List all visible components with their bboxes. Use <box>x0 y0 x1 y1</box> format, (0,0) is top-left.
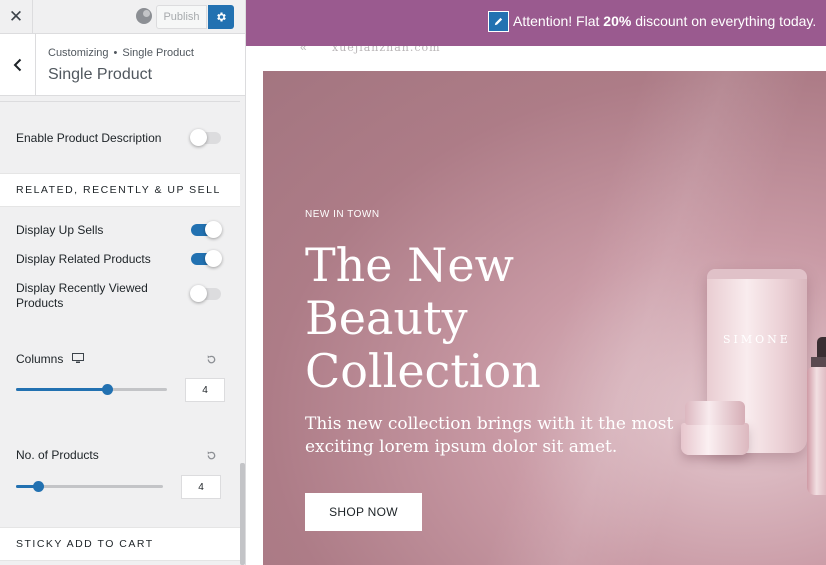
logo-icon: « <box>300 46 307 54</box>
breadcrumb-current: Single Product <box>122 47 194 59</box>
toggle-knob <box>190 285 207 302</box>
hero-headline-line: Collection <box>305 344 541 398</box>
edit-shortcut-button[interactable] <box>488 11 509 32</box>
dropper-cap <box>817 337 826 359</box>
columns-input[interactable]: 4 <box>185 378 225 402</box>
slider-thumb[interactable] <box>33 481 45 492</box>
up-sells-label: Display Up Sells <box>16 223 104 237</box>
hero-headline: The New Beauty Collection <box>305 239 605 398</box>
hero-headline-line: Beauty <box>305 291 468 345</box>
enable-description-toggle[interactable] <box>190 129 221 146</box>
breadcrumb-separator: • <box>113 47 118 59</box>
reset-icon[interactable] <box>206 450 217 461</box>
columns-slider[interactable] <box>16 384 167 395</box>
toggle-knob <box>205 221 222 238</box>
desktop-icon[interactable] <box>72 353 84 364</box>
hero-subheading: This new collection brings with it the m… <box>305 414 674 457</box>
site-logo-text[interactable]: xuejianzhan.com <box>332 46 441 54</box>
pencil-icon <box>494 17 503 26</box>
related-section-heading: RELATED, RECENTLY & UP SELL <box>0 173 240 207</box>
sidebar-scrollbar[interactable] <box>240 463 245 565</box>
hero-banner: NEW IN TOWN The New Beauty Collection Th… <box>263 71 826 565</box>
recently-viewed-label: Display Recently Viewed Products <box>16 281 148 310</box>
hero-eyebrow: NEW IN TOWN <box>305 209 380 220</box>
site-preview: Attention! Flat 20% discount on everythi… <box>246 0 826 565</box>
divider <box>0 101 240 102</box>
enable-description-label: Enable Product Description <box>16 131 162 145</box>
announcement-bar: Attention! Flat 20% discount on everythi… <box>246 0 826 46</box>
recently-viewed-row: Display Recently Viewed Products <box>16 281 166 311</box>
related-products-label: Display Related Products <box>16 252 151 266</box>
up-sells-toggle[interactable] <box>191 221 222 238</box>
announcement-prefix: Attention! Flat <box>513 13 604 29</box>
announcement-highlight: 20% <box>603 13 632 29</box>
no-of-products-label: No. of Products <box>16 448 99 462</box>
slider-fill <box>16 388 107 391</box>
slider-thumb[interactable] <box>101 384 113 395</box>
related-products-toggle[interactable] <box>191 250 222 267</box>
reset-icon[interactable] <box>206 354 217 365</box>
breadcrumb-root: Customizing <box>48 47 109 59</box>
hero-headline-line: The New <box>305 238 514 292</box>
site-header: « xuejianzhan.com <box>246 46 826 70</box>
tube-cap <box>707 269 807 279</box>
no-of-products-slider[interactable] <box>16 481 163 492</box>
sticky-section-heading: STICKY ADD TO CART <box>0 527 240 561</box>
announcement-text: Attention! Flat 20% discount on everythi… <box>513 13 816 29</box>
jar-lid <box>685 401 745 425</box>
shop-now-button[interactable]: SHOP NOW <box>305 493 422 531</box>
section-header: Customizing • Single Product Single Produc… <box>0 34 245 96</box>
gear-icon <box>217 12 226 22</box>
publish-button[interactable]: Publish <box>156 5 207 29</box>
dropper-neck <box>811 357 826 367</box>
customizer-sidebar: ✕ Publish Customizing • Single Product Sin… <box>0 0 246 565</box>
breadcrumb: Customizing • Single Product <box>48 47 194 59</box>
no-of-products-input[interactable]: 4 <box>181 475 221 499</box>
close-button[interactable]: ✕ <box>0 0 33 34</box>
toggle-knob <box>205 250 222 267</box>
recently-viewed-toggle[interactable] <box>190 285 221 302</box>
product-label: SIMONE <box>723 333 791 346</box>
toggle-knob <box>190 129 207 146</box>
back-button[interactable] <box>0 34 36 96</box>
chevron-left-icon <box>13 58 21 72</box>
preview-device-icon[interactable] <box>136 8 152 24</box>
close-icon: ✕ <box>8 7 24 26</box>
sidebar-topbar: ✕ Publish <box>0 0 245 34</box>
page-title: Single Product <box>48 66 153 83</box>
announcement-suffix: discount on everything today. <box>631 13 817 29</box>
product-jar-image <box>681 423 749 455</box>
product-bottle-image <box>807 367 826 495</box>
customizer-window: ✕ Publish Customizing • Single Product Sin… <box>0 0 826 565</box>
columns-label: Columns <box>16 352 64 366</box>
publish-settings-button[interactable] <box>208 5 234 29</box>
